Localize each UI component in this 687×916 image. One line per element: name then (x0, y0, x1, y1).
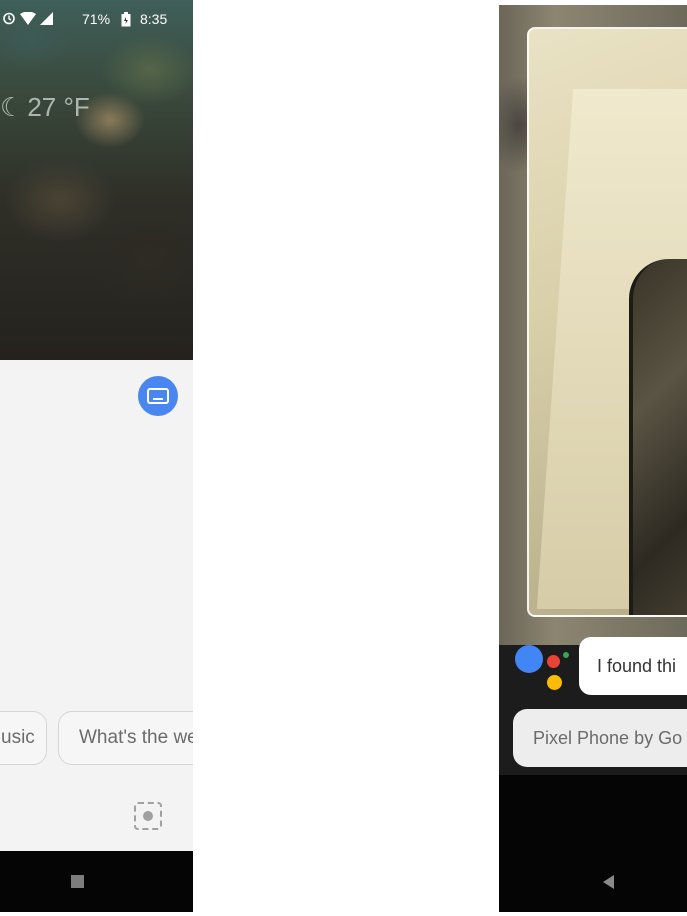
assistant-dot-green (563, 652, 569, 658)
battery-percent: 71% (82, 11, 111, 27)
weather-widget[interactable]: ☾ 27 °F (0, 92, 90, 123)
camera-viewfinder (499, 5, 687, 645)
recents-icon[interactable] (71, 875, 84, 888)
signal-icon (40, 11, 53, 28)
chip-label: Pixel Phone by Go (533, 727, 683, 748)
navigation-bar (0, 851, 193, 912)
moon-icon: ☾ (0, 92, 24, 122)
status-bar: 71% 8:35 (0, 8, 193, 34)
suggestion-chip-music[interactable]: usic (0, 711, 47, 765)
wallpaper (0, 0, 193, 360)
clock-time: 8:35 (140, 11, 168, 27)
chip-label: usic (1, 727, 35, 748)
weather-temperature: 27 °F (27, 92, 90, 122)
status-icons (2, 11, 53, 28)
battery-icon (121, 12, 131, 30)
detection-frame[interactable] (527, 27, 687, 617)
phone-object (629, 259, 687, 615)
back-icon[interactable] (603, 875, 614, 889)
wifi-icon (20, 11, 36, 28)
assistant-message: I found thi (597, 655, 677, 676)
keyboard-button[interactable] (138, 376, 178, 416)
assistant-logo-icon (513, 637, 573, 697)
lens-dot (143, 811, 153, 821)
left-screenshot: 71% 8:35 ☾ 27 °F usic What's the we (0, 0, 193, 912)
right-screenshot: I found thi Pixel Phone by Go (499, 5, 687, 912)
navigation-bar (499, 775, 687, 912)
assistant-dot-red (547, 655, 560, 668)
assistant-dot-blue (515, 645, 543, 673)
lens-icon[interactable] (134, 802, 162, 830)
assistant-response-bubble: I found thi (579, 637, 687, 695)
assistant-dot-yellow (547, 675, 562, 690)
alarm-icon (2, 11, 16, 28)
keyboard-icon (147, 388, 169, 404)
chip-label: What's the we (79, 727, 193, 748)
suggestion-chip-pixel-phone[interactable]: Pixel Phone by Go (513, 709, 687, 767)
suggestion-chip-weather[interactable]: What's the we (58, 711, 193, 765)
